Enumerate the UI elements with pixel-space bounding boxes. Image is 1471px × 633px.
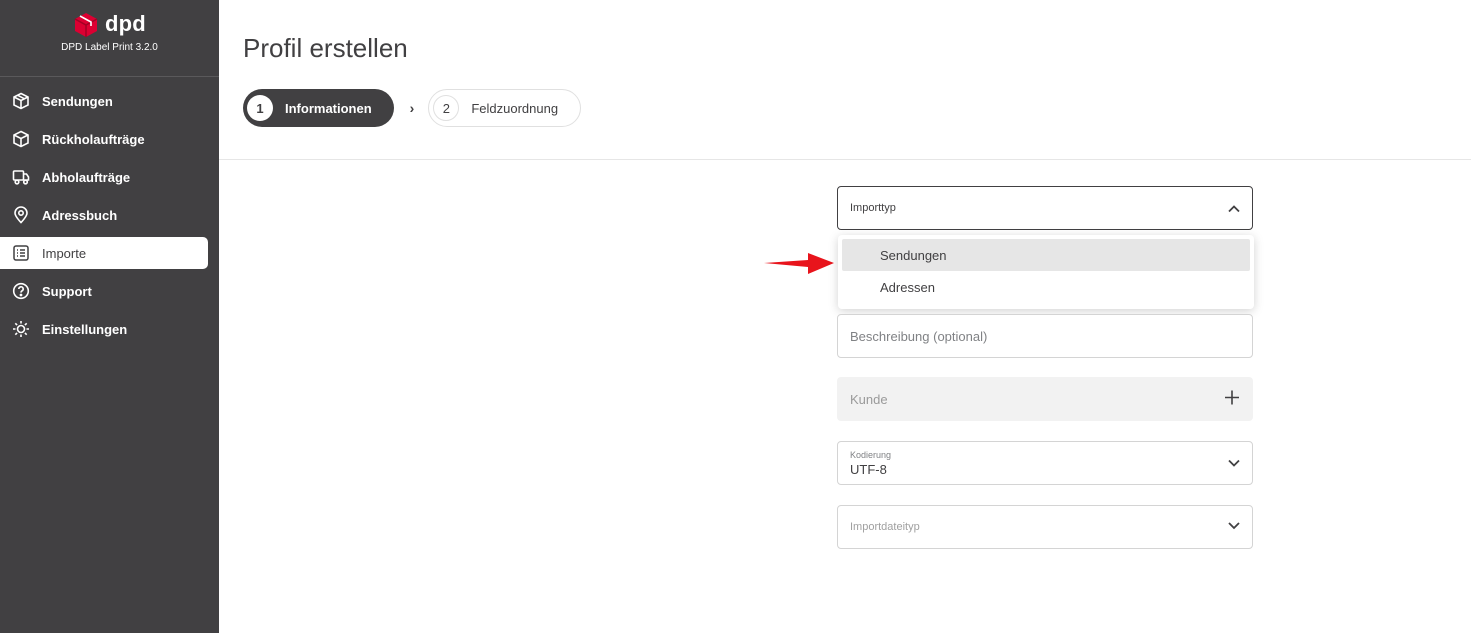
sidebar-item-adressbuch[interactable]: Adressbuch	[0, 199, 208, 231]
chevron-down-icon	[1228, 521, 1240, 533]
sidebar-item-label: Sendungen	[42, 93, 113, 109]
sidebar-item-importe[interactable]: Importe	[0, 237, 208, 269]
chevron-down-icon	[1228, 456, 1240, 471]
kodierung-select[interactable]: Kodierung UTF-8	[837, 441, 1253, 485]
sidebar-item-support[interactable]: Support	[0, 275, 208, 307]
chevron-up-icon	[1228, 201, 1240, 216]
sidebar-nav: Sendungen Rückholaufträge Abholaufträge	[0, 85, 219, 345]
truck-icon	[12, 168, 30, 186]
sidebar-item-label: Rückholaufträge	[42, 131, 145, 147]
header-divider	[219, 159, 1471, 160]
stepper: 1 Informationen › 2 Feldzuordnung	[243, 89, 582, 127]
brand-name: dpd	[105, 11, 146, 36]
location-pin-icon	[12, 206, 30, 224]
importtyp-label: Importtyp	[850, 202, 896, 214]
option-adressen[interactable]: Adressen	[842, 271, 1250, 303]
step-informationen[interactable]: 1 Informationen	[243, 89, 394, 127]
plus-icon[interactable]	[1224, 390, 1240, 409]
importdateityp-select[interactable]: Importdateityp	[837, 505, 1253, 549]
kodierung-label: Kodierung	[850, 449, 892, 460]
beschreibung-input[interactable]: Beschreibung (optional)	[837, 314, 1253, 358]
sidebar-item-label: Importe	[42, 245, 87, 261]
sidebar-item-label: Einstellungen	[42, 321, 128, 337]
page-title: Profil erstellen	[243, 33, 408, 63]
sidebar-item-label: Adressbuch	[42, 207, 118, 223]
sidebar: dpd DPD Label Print 3.2.0 Sendungen Rück…	[0, 0, 219, 633]
option-sendungen[interactable]: Sendungen	[842, 239, 1250, 271]
brand-logo: dpd	[73, 11, 146, 38]
sidebar-item-rueckholauftraege[interactable]: Rückholaufträge	[0, 123, 208, 155]
list-icon	[12, 244, 30, 262]
kunde-field[interactable]: Kunde	[837, 377, 1253, 421]
sidebar-item-label: Abholaufträge	[42, 169, 131, 185]
brand-header: dpd DPD Label Print 3.2.0	[0, 0, 219, 77]
help-icon	[12, 282, 30, 300]
kunde-placeholder: Kunde	[850, 391, 888, 407]
sidebar-item-einstellungen[interactable]: Einstellungen	[0, 313, 208, 345]
red-arrow-annotation-icon	[764, 253, 834, 274]
importtyp-dropdown: Sendungen Adressen	[838, 235, 1254, 309]
step-number: 2	[433, 95, 460, 121]
package-icon	[12, 92, 30, 110]
sidebar-item-sendungen[interactable]: Sendungen	[0, 85, 208, 117]
step-label: Feldzuordnung	[471, 100, 559, 116]
sidebar-item-abholauftraege[interactable]: Abholaufträge	[0, 161, 208, 193]
step-label: Informationen	[285, 100, 372, 116]
step-number: 1	[247, 95, 273, 121]
gear-icon	[12, 320, 30, 338]
dpd-cube-icon	[73, 12, 99, 38]
importtyp-select[interactable]: Importtyp Sendungen Adressen	[837, 186, 1254, 309]
box-icon	[12, 130, 30, 148]
sidebar-item-label: Support	[42, 283, 92, 299]
kodierung-value: UTF-8	[850, 461, 887, 477]
step-feldzuordnung[interactable]: 2 Feldzuordnung	[428, 89, 582, 127]
importdateityp-placeholder: Importdateityp	[850, 521, 920, 533]
profile-form: Importtyp Sendungen Adressen Beschreibun…	[837, 186, 1254, 549]
chevron-right-icon: ›	[409, 100, 415, 116]
main-content: Profil erstellen 1 Informationen › 2 Fel…	[219, 0, 1471, 633]
app-version: DPD Label Print 3.2.0	[61, 42, 158, 53]
